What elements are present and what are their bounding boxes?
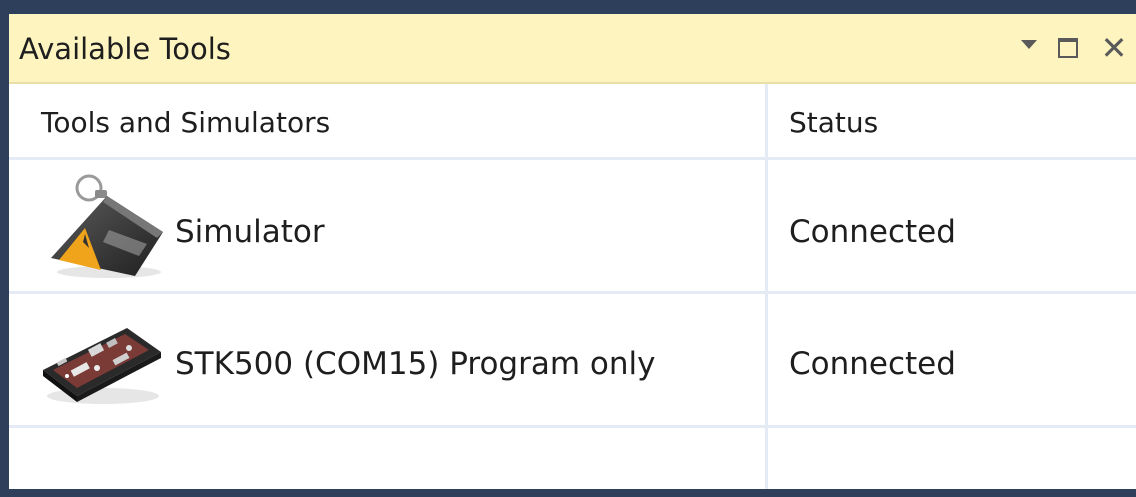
table-row[interactable]: STK500 (COM15) Program only Connected — [9, 294, 1136, 428]
close-button[interactable]: ✕ — [1095, 28, 1133, 68]
available-tools-panel: Available Tools ✕ Tools and Simulators S… — [9, 14, 1136, 489]
dropdown-button[interactable] — [1010, 28, 1048, 68]
table-header: Tools and Simulators Status — [9, 84, 1136, 160]
column-header-status[interactable]: Status — [789, 106, 878, 139]
table-row[interactable]: Simulator Connected — [9, 160, 1136, 294]
panel-titlebar[interactable]: Available Tools ✕ — [9, 14, 1136, 84]
panel-title: Available Tools — [19, 32, 231, 66]
tool-status: Connected — [789, 346, 956, 382]
simulator-icon — [51, 174, 163, 278]
close-icon: ✕ — [1100, 29, 1128, 67]
tool-status: Connected — [789, 214, 956, 250]
tool-name: Simulator — [175, 214, 325, 250]
maximize-icon — [1058, 38, 1078, 58]
table-row[interactable] — [9, 428, 1136, 489]
tool-name: STK500 (COM15) Program only — [175, 346, 656, 382]
chevron-down-icon — [1021, 39, 1037, 49]
maximize-button[interactable] — [1049, 28, 1087, 68]
column-divider[interactable] — [765, 84, 768, 489]
stk500-board-icon — [43, 328, 161, 404]
column-header-tools[interactable]: Tools and Simulators — [41, 106, 330, 139]
window-frame: Available Tools ✕ Tools and Simulators S… — [0, 0, 1136, 497]
